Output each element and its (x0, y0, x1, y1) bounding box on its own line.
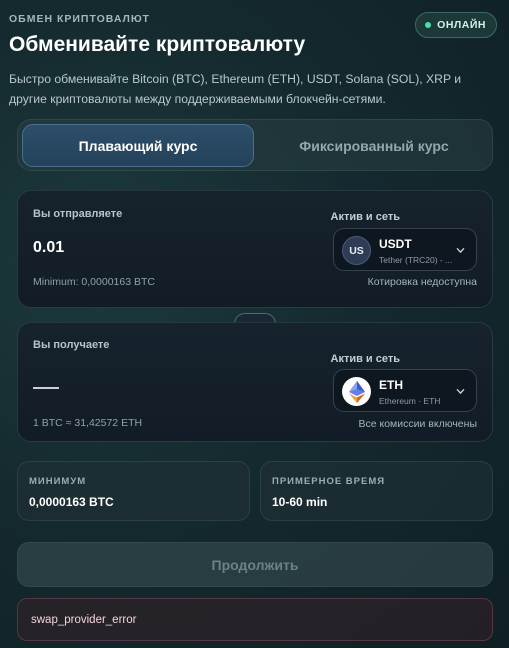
receive-rate-note: 1 BTC ≈ 31,42572 ETH (33, 417, 143, 429)
fees-included-note: Все комиссии включены (358, 418, 477, 430)
receive-asset-code: ETH (379, 378, 403, 392)
estimated-time-value: 10-60 min (272, 495, 328, 509)
send-quote-status: Котировка недоступна (367, 276, 477, 288)
usdt-coin-icon-text: US (349, 244, 364, 257)
online-status-badge: ОНЛАЙН (415, 12, 497, 38)
online-dot-icon (425, 22, 432, 28)
page-subtitle: Быстро обменивайте Bitcoin (BTC), Ethere… (9, 72, 462, 106)
chevron-down-icon (456, 248, 465, 253)
receive-card: Вы получаете 1 BTC ≈ 31,42572 ETH Актив … (17, 322, 493, 442)
receive-asset-label: Актив и сеть (330, 353, 400, 365)
send-asset-label: Актив и сеть (330, 211, 400, 223)
exchange-eyebrow: ОБМЕН КРИПТОВАЛЮТ (9, 13, 150, 25)
online-status-label: ОНЛАЙН (437, 19, 486, 31)
minimum-label: МИНИМУМ (29, 476, 87, 487)
estimated-time-card: ПРИМЕРНОЕ ВРЕМЯ 10-60 min (260, 461, 493, 521)
chevron-down-icon (456, 389, 465, 394)
usdt-coin-icon: US (342, 236, 371, 265)
minimum-value: 0,0000163 BTC (29, 495, 114, 509)
tab-floating-rate[interactable]: Плавающий курс (22, 124, 254, 167)
receive-asset-select[interactable]: ETH Ethereum · ETH (333, 369, 477, 412)
send-label: Вы отправляете (33, 208, 123, 220)
receive-asset-network: Ethereum · ETH (379, 396, 441, 406)
rate-mode-switch: Плавающий курс Фиксированный курс (17, 119, 493, 171)
send-asset-select[interactable]: US USDT Tether (TRC20) - ... (333, 228, 477, 271)
page-title: Обменивайте криптовалюту (9, 33, 306, 56)
continue-button[interactable]: Продолжить (17, 542, 493, 587)
error-message: swap_provider_error (17, 598, 493, 641)
ethereum-icon (342, 377, 371, 406)
send-asset-network: Tether (TRC20) - ... (379, 255, 453, 265)
send-asset-code: USDT (379, 237, 412, 251)
estimated-time-label: ПРИМЕРНОЕ ВРЕМЯ (272, 476, 386, 487)
send-minimum-note: Minimum: 0,0000163 BTC (33, 276, 155, 288)
send-amount-input[interactable]: 0.01 (33, 239, 64, 257)
receive-label: Вы получаете (33, 339, 110, 351)
tab-fixed-rate[interactable]: Фиксированный курс (258, 124, 490, 167)
send-card: Вы отправляете 0.01 Minimum: 0,0000163 B… (17, 190, 493, 308)
minimum-info-card: МИНИМУМ 0,0000163 BTC (17, 461, 250, 521)
receive-amount-placeholder (33, 387, 59, 389)
